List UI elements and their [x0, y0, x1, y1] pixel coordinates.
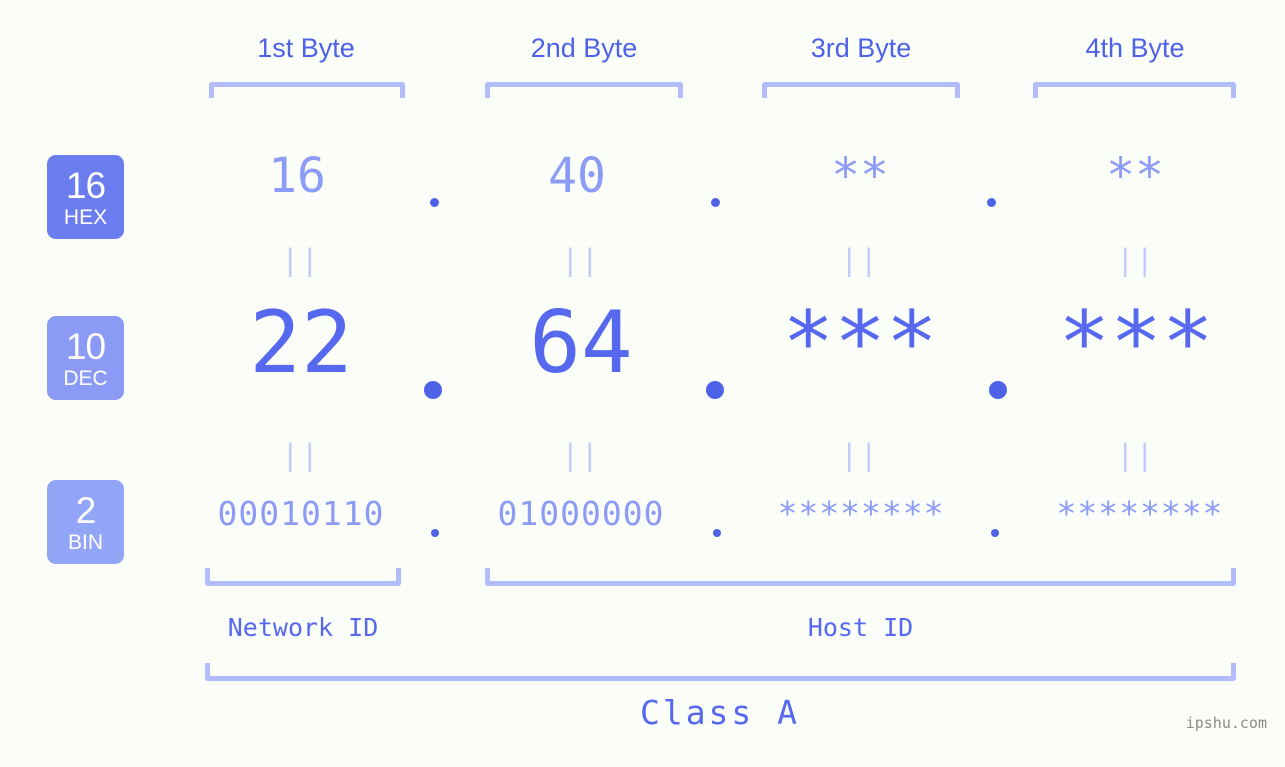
bin-separator-dot-1 [431, 529, 439, 537]
bin-separator-dot-2 [713, 529, 721, 537]
hex-separator-dot-1 [430, 198, 439, 207]
equals-mark-hex-dec-2: || [561, 243, 601, 277]
equals-mark-hex-dec-4: || [1116, 243, 1156, 277]
bin-separator-dot-3 [991, 529, 999, 537]
bin-byte-1-value: 00010110 [217, 494, 385, 533]
hex-separator-dot-3 [987, 198, 996, 207]
byte-bracket-2 [485, 82, 683, 98]
dec-byte-1-value: 22 [249, 293, 353, 393]
site-watermark: ipshu.com [1185, 714, 1267, 732]
base-badge-dec-name: DEC [63, 366, 108, 390]
base-badge-bin-number: 2 [75, 489, 97, 531]
host-id-bracket [485, 568, 1236, 586]
hex-byte-1-value: 16 [268, 148, 326, 204]
base-badge-hex-number: 16 [65, 164, 106, 206]
base-badge-dec-number: 10 [65, 325, 106, 367]
byte-header-1: 1st Byte [257, 33, 355, 63]
bin-byte-3-value: ******** [777, 494, 945, 533]
hex-byte-4-value: ** [1106, 148, 1164, 204]
byte-header-4: 4th Byte [1085, 33, 1185, 63]
equals-mark-dec-bin-3: || [840, 438, 880, 472]
byte-header-3: 3rd Byte [810, 33, 912, 63]
network-id-label: Network ID [227, 613, 379, 642]
dec-separator-dot-2 [706, 381, 724, 399]
dec-byte-4-value: *** [1058, 293, 1214, 393]
byte-header-2: 2nd Byte [530, 33, 638, 63]
base-badge-dec: 10 DEC [47, 316, 124, 400]
base-badge-hex: 16 HEX [47, 155, 124, 239]
bin-byte-2-value: 01000000 [497, 494, 665, 533]
hex-byte-3-value: ** [831, 148, 889, 204]
equals-mark-hex-dec-3: || [840, 243, 880, 277]
dec-byte-3-value: *** [782, 293, 938, 393]
host-id-label: Host ID [807, 613, 914, 642]
ip-address-breakdown-diagram: 1st Byte 2nd Byte 3rd Byte 4th Byte 16 H… [0, 0, 1285, 767]
network-id-bracket [205, 568, 401, 586]
equals-mark-dec-bin-1: || [281, 438, 321, 472]
hex-byte-2-value: 40 [548, 148, 606, 204]
base-badge-hex-name: HEX [63, 205, 108, 229]
equals-mark-dec-bin-4: || [1116, 438, 1156, 472]
dec-separator-dot-1 [424, 381, 442, 399]
dec-byte-2-value: 64 [529, 293, 633, 393]
base-badge-bin: 2 BIN [47, 480, 124, 564]
byte-bracket-1 [209, 82, 405, 98]
equals-mark-dec-bin-2: || [561, 438, 601, 472]
hex-separator-dot-2 [711, 198, 720, 207]
dec-separator-dot-3 [989, 381, 1007, 399]
class-bracket [205, 663, 1236, 681]
base-badge-bin-name: BIN [67, 530, 103, 554]
byte-bracket-4 [1033, 82, 1236, 98]
class-label: Class A [639, 693, 801, 732]
byte-bracket-3 [762, 82, 960, 98]
bin-byte-4-value: ******** [1056, 494, 1224, 533]
equals-mark-hex-dec-1: || [281, 243, 321, 277]
